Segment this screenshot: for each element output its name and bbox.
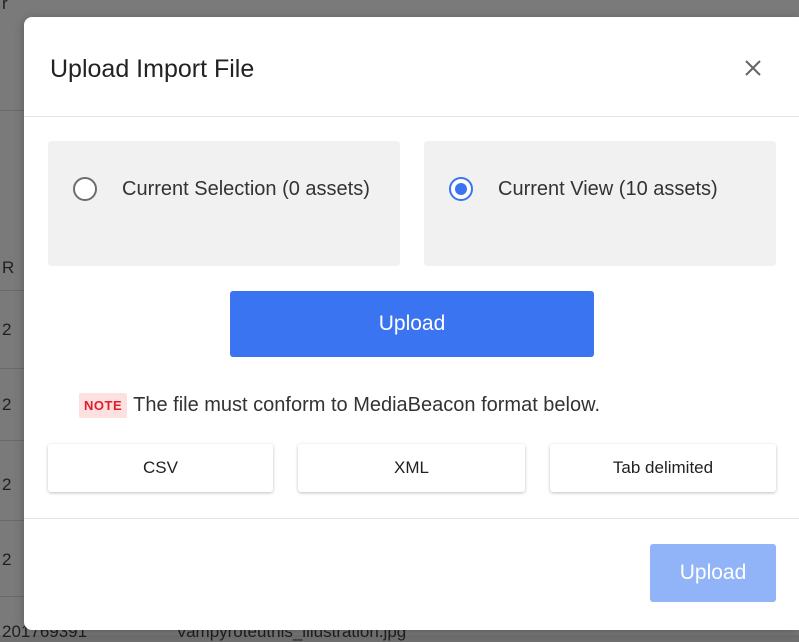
background-partial-text: r xyxy=(2,0,8,13)
dialog-header: Upload Import File xyxy=(24,17,799,117)
background-row-cell: 2 xyxy=(2,475,12,494)
background-row-cell: 2 xyxy=(2,395,12,414)
option-label-current-view: Current View (10 assets) xyxy=(498,178,718,200)
csv-format-button[interactable]: CSV xyxy=(48,444,273,492)
upload-button[interactable]: Upload xyxy=(230,291,594,357)
radio-current-selection[interactable] xyxy=(73,177,97,201)
close-icon xyxy=(745,60,761,76)
background-row-cell: 2 xyxy=(2,320,12,339)
format-note: NOTE The file must conform to MediaBeaco… xyxy=(79,389,600,421)
background-partial-text: R xyxy=(2,258,15,277)
option-current-selection[interactable]: Current Selection (0 assets) xyxy=(48,141,400,266)
tab-delimited-format-button[interactable]: Tab delimited xyxy=(550,444,776,492)
upload-import-dialog: Upload Import File Current Selection (0 … xyxy=(24,17,799,630)
note-badge: NOTE xyxy=(79,392,128,418)
option-current-view[interactable]: Current View (10 assets) xyxy=(424,141,776,266)
radio-current-view[interactable] xyxy=(449,177,473,201)
footer-upload-button[interactable]: Upload xyxy=(650,544,776,602)
option-label-current-selection: Current Selection (0 assets) xyxy=(122,178,370,200)
xml-format-button[interactable]: XML xyxy=(298,444,525,492)
note-text: The file must conform to MediaBeacon for… xyxy=(133,393,601,416)
dialog-title: Upload Import File xyxy=(50,55,255,83)
close-button[interactable] xyxy=(736,51,770,85)
background-row-cell: 2 xyxy=(2,550,12,569)
